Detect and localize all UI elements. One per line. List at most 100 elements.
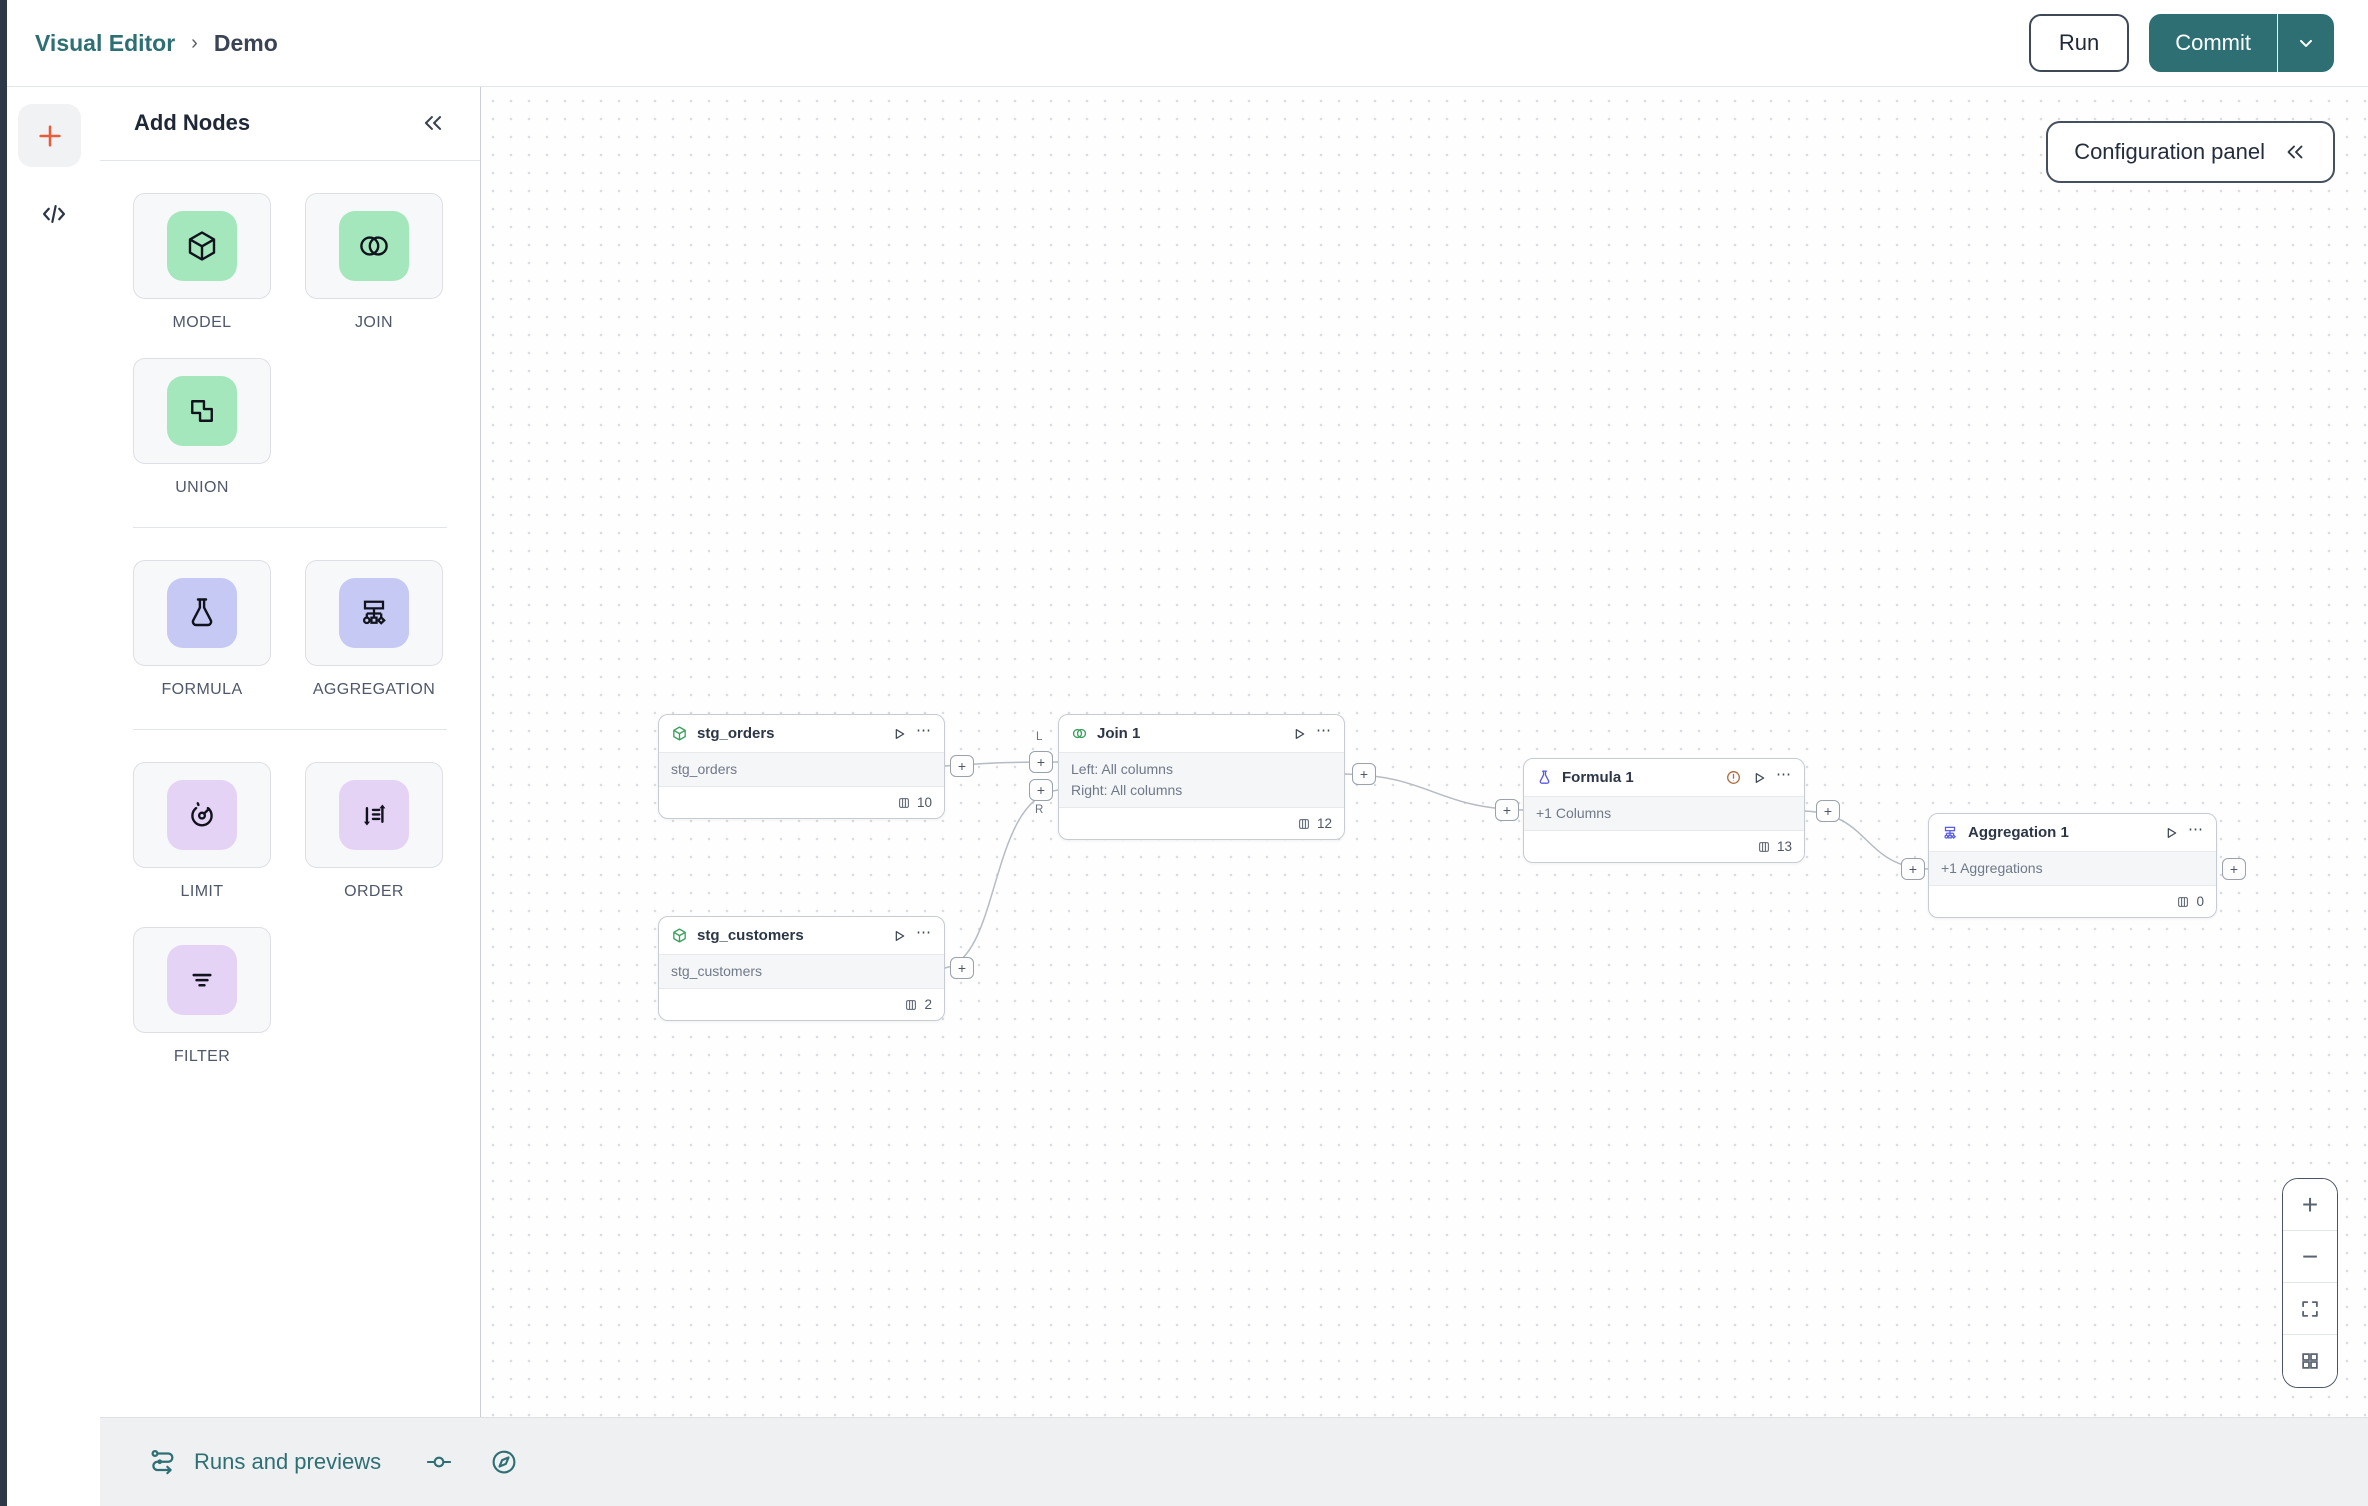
code-view-button[interactable] <box>7 192 100 236</box>
node-stg-customers[interactable]: stg_customers ⋯ stg_customers 2 <box>658 916 945 1021</box>
port-formula-output[interactable]: + <box>1816 800 1840 822</box>
commit-split-button: Commit <box>2149 14 2334 72</box>
node-menu-button[interactable]: ⋯ <box>2188 822 2204 841</box>
node-body-line: Right: All columns <box>1071 782 1183 798</box>
top-header: Visual Editor › Demo Run Commit <box>7 0 2368 87</box>
node-title: Formula 1 <box>1562 769 1634 786</box>
left-icon-rail <box>7 86 101 1506</box>
node-menu-button[interactable]: ⋯ <box>916 925 932 944</box>
tile-label: JOIN <box>354 314 394 331</box>
tile-filter[interactable]: FILTER <box>133 927 271 1066</box>
node-menu-button[interactable]: ⋯ <box>916 723 932 742</box>
port-aggregation-input[interactable]: + <box>1901 858 1925 880</box>
port-join-left-input[interactable]: + <box>1029 751 1053 773</box>
node-header: Aggregation 1 ⋯ <box>1929 814 2216 851</box>
cube-icon <box>671 927 688 944</box>
layout-grid-button[interactable] <box>2283 1335 2337 1387</box>
port-aggregation-output[interactable]: + <box>2222 858 2246 880</box>
gauge-icon <box>184 797 220 833</box>
tile-model[interactable]: MODEL <box>133 193 271 332</box>
tile-label: FORMULA <box>161 681 243 698</box>
node-body-line: +1 Columns <box>1536 805 1612 821</box>
columns-icon <box>897 796 911 810</box>
runs-and-previews-label: Runs and previews <box>194 1449 382 1474</box>
port-formula-input[interactable]: + <box>1495 799 1519 821</box>
collapse-panel-button[interactable] <box>420 110 446 136</box>
tile-label: UNION <box>175 479 229 496</box>
node-menu-button[interactable]: ⋯ <box>1316 723 1332 742</box>
node-formula-1[interactable]: Formula 1 ⋯ +1 Columns 13 <box>1523 758 1805 863</box>
aggregation-icon <box>356 595 392 631</box>
node-run-button[interactable] <box>891 928 907 944</box>
add-node-button[interactable] <box>18 104 81 167</box>
chevron-down-icon <box>2296 33 2316 53</box>
join-left-port-label: L <box>1036 731 1043 743</box>
zoom-out-button[interactable]: − <box>2283 1231 2337 1283</box>
warning-icon <box>1725 769 1742 786</box>
tile-formula[interactable]: FORMULA <box>133 560 271 699</box>
commit-button[interactable]: Commit <box>2149 14 2277 72</box>
node-run-button[interactable] <box>891 726 907 742</box>
node-stg-orders[interactable]: stg_orders ⋯ stg_orders 10 <box>658 714 945 819</box>
filter-icon <box>184 962 220 998</box>
bottom-bar: Runs and previews <box>100 1417 2368 1506</box>
columns-icon <box>904 998 918 1012</box>
port-stg-orders-output[interactable]: + <box>950 755 974 777</box>
zoom-in-button[interactable]: + <box>2283 1179 2337 1231</box>
node-run-button[interactable] <box>1751 770 1767 786</box>
node-title: stg_orders <box>697 725 775 742</box>
add-nodes-header: Add Nodes <box>100 86 480 161</box>
node-aggregation-1[interactable]: Aggregation 1 ⋯ +1 Aggregations 0 <box>1928 813 2217 918</box>
runs-and-previews-toggle[interactable]: Runs and previews <box>148 1447 381 1477</box>
node-body: Left: All columns Right: All columns <box>1059 752 1344 808</box>
connection-edge <box>944 789 1059 969</box>
tile-limit[interactable]: LIMIT <box>133 762 271 901</box>
tile-aggregation[interactable]: AGGREGATION <box>305 560 443 699</box>
port-join-output[interactable]: + <box>1352 763 1376 785</box>
breadcrumb-visual-editor[interactable]: Visual Editor <box>35 30 175 57</box>
tile-label: MODEL <box>172 314 232 331</box>
add-nodes-title: Add Nodes <box>134 110 251 135</box>
node-body-line: stg_customers <box>671 963 763 979</box>
git-commit-icon[interactable] <box>425 1448 453 1476</box>
compass-icon[interactable] <box>489 1447 519 1477</box>
aggregation-icon <box>1941 824 1959 842</box>
add-nodes-panel: Add Nodes MODEL JOIN UNION FORMULA AGGRE… <box>100 86 481 1418</box>
fit-view-button[interactable] <box>2283 1283 2337 1335</box>
run-button[interactable]: Run <box>2028 14 2130 72</box>
node-tiles-group-filters: LIMIT ORDER FILTER <box>100 730 480 1092</box>
node-menu-button[interactable]: ⋯ <box>1776 767 1792 786</box>
breadcrumb-separator-icon: › <box>191 31 198 54</box>
node-header: stg_orders ⋯ <box>659 715 944 752</box>
port-join-right-input[interactable]: + <box>1029 779 1053 801</box>
tile-order[interactable]: ORDER <box>305 762 443 901</box>
commit-dropdown-button[interactable] <box>2278 14 2334 72</box>
node-header: Formula 1 ⋯ <box>1524 759 1804 796</box>
node-title: Join 1 <box>1097 725 1141 742</box>
node-footer: 12 <box>1059 808 1344 839</box>
sort-icon <box>356 797 392 833</box>
pipeline-canvas[interactable]: Configuration panel stg_orders ⋯ stg_ord… <box>481 86 2368 1418</box>
route-icon <box>148 1447 178 1477</box>
chevron-double-left-icon <box>420 110 446 136</box>
cube-icon <box>671 725 688 742</box>
node-header: Join 1 ⋯ <box>1059 715 1344 752</box>
node-body: +1 Columns <box>1524 796 1804 831</box>
port-stg-customers-output[interactable]: + <box>950 957 974 979</box>
tile-join[interactable]: JOIN <box>305 193 443 332</box>
node-run-button[interactable] <box>1291 726 1307 742</box>
node-join-1[interactable]: Join 1 ⋯ Left: All columns Right: All co… <box>1058 714 1345 840</box>
node-run-button[interactable] <box>2163 825 2179 841</box>
node-footer: 10 <box>659 787 944 818</box>
column-count: 12 <box>1316 816 1332 831</box>
columns-icon <box>1757 840 1771 854</box>
node-body-line: +1 Aggregations <box>1941 860 2043 876</box>
node-body-line: Left: All columns <box>1071 761 1173 777</box>
header-actions: Run Commit <box>2028 14 2334 72</box>
column-count: 10 <box>916 795 932 810</box>
node-title: Aggregation 1 <box>1968 824 2069 841</box>
column-count: 13 <box>1776 839 1792 854</box>
tile-union[interactable]: UNION <box>133 358 271 497</box>
node-body: +1 Aggregations <box>1929 851 2216 886</box>
configuration-panel-toggle[interactable]: Configuration panel <box>2046 121 2335 183</box>
